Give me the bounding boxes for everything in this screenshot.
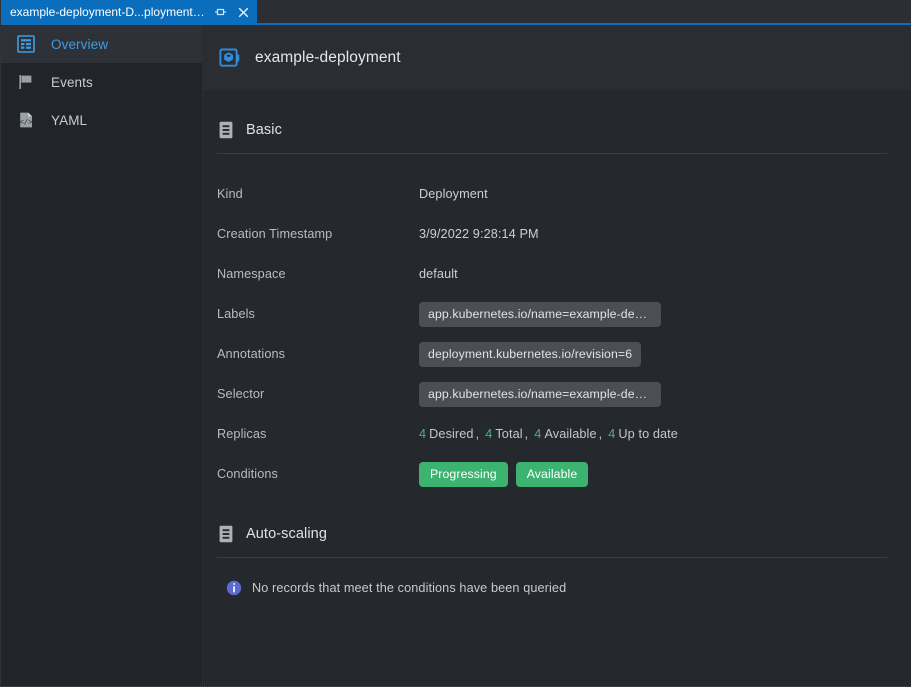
empty-state-message: No records that meet the conditions have… [252,581,567,595]
field-value: deployment.kubernetes.io/revision=6 [419,341,642,367]
window-body: Overview Events </> YAML example-deploym… [1,25,911,686]
field-value: default [419,267,458,281]
replica-text: Up to date [618,427,678,441]
field-value: Deployment [419,187,488,201]
field-row-labels: Labels app.kubernetes.io/name=example-de… [217,294,887,334]
field-row-annotations: Annotations deployment.kubernetes.io/rev… [217,334,887,374]
pin-icon[interactable] [212,5,228,21]
svg-text:</>: </> [19,117,33,126]
deployment-detail-window: example-deployment-D...ployment-... Over… [0,0,911,687]
page-title: example-deployment [255,48,401,66]
section-basic-header: Basic [217,90,887,153]
replica-count: 4 [608,427,616,441]
sidebar-item-overview[interactable]: Overview [1,25,202,63]
field-label: Kind [217,187,243,201]
replica-separator: , [524,427,529,441]
field-label: Replicas [217,427,267,441]
field-label: Creation Timestamp [217,227,333,241]
sidebar: Overview Events </> YAML [1,25,203,686]
field-value: 4 Desired , 4 Total , 4 Available , 4 Up… [419,427,678,441]
field-value: app.kubernetes.io/name=example-deplo... [419,381,661,407]
replicas-group: 4 Desired , 4 Total , 4 Available , 4 Up… [419,427,678,441]
info-icon [226,580,242,596]
overview-icon [15,33,37,55]
field-row-selector: Selector app.kubernetes.io/name=example-… [217,374,887,414]
close-icon[interactable] [235,5,251,21]
field-row-namespace: Namespace default [217,254,887,294]
field-label: Conditions [217,467,278,481]
status-badge-available[interactable]: Available [515,461,589,487]
field-row-kind: Kind Deployment [217,174,887,214]
field-row-creation-timestamp: Creation Timestamp 3/9/2022 9:28:14 PM [217,214,887,254]
document-list-icon [217,120,235,140]
annotation-chip[interactable]: deployment.kubernetes.io/revision=6 [419,341,642,367]
replica-count: 4 [485,427,493,441]
replica-count: 4 [534,427,542,441]
flag-icon [15,71,37,93]
replica-text: Available [544,427,597,441]
field-label: Annotations [217,347,286,361]
sidebar-item-events[interactable]: Events [1,63,202,101]
sidebar-item-label: Overview [51,36,109,52]
field-row-replicas: Replicas 4 Desired , 4 Total , 4 Availab… [217,414,887,454]
section-autoscaling-header: Auto-scaling [217,494,887,557]
section-title: Basic [246,122,282,138]
code-file-icon: </> [15,109,37,131]
field-label: Labels [217,307,255,321]
replica-count: 4 [419,427,427,441]
status-badge-progressing[interactable]: Progressing [419,461,508,487]
label-chip[interactable]: app.kubernetes.io/name=example-deplo... [419,301,661,327]
section-basic: Basic Kind Deployment Creation Timestamp… [203,90,911,494]
document-list-icon [217,524,235,544]
tab-bar: example-deployment-D...ployment-... [1,0,911,25]
tab-bar-empty-area [257,0,911,25]
content-scroll-area[interactable]: Basic Kind Deployment Creation Timestamp… [203,90,911,686]
field-label: Namespace [217,267,286,281]
deployment-cube-icon [217,45,243,71]
section-title: Auto-scaling [246,526,327,542]
section-autoscaling: Auto-scaling No records that meet the co… [203,494,911,596]
replica-text: Total [495,427,523,441]
autoscaling-empty-state: No records that meet the conditions have… [217,558,887,596]
selector-chip[interactable]: app.kubernetes.io/name=example-deplo... [419,381,661,407]
page-header: example-deployment [203,25,911,90]
replica-separator: , [475,427,480,441]
field-value: Progressing Available [419,461,589,487]
tab-title: example-deployment-D...ployment-... [10,5,205,19]
field-value: app.kubernetes.io/name=example-deplo... [419,301,661,327]
field-value: 3/9/2022 9:28:14 PM [419,227,539,241]
replica-separator: , [598,427,603,441]
tab-example-deployment[interactable]: example-deployment-D...ployment-... [1,0,257,25]
sidebar-item-yaml[interactable]: </> YAML [1,101,202,139]
sidebar-item-label: YAML [51,112,88,128]
replica-text: Desired [429,427,474,441]
sidebar-item-label: Events [51,74,93,90]
content-pane: example-deployment Basic Kind Deployment… [203,25,911,686]
field-row-conditions: Conditions Progressing Available [217,454,887,494]
field-label: Selector [217,387,265,401]
basic-fields: Kind Deployment Creation Timestamp 3/9/2… [217,154,887,494]
